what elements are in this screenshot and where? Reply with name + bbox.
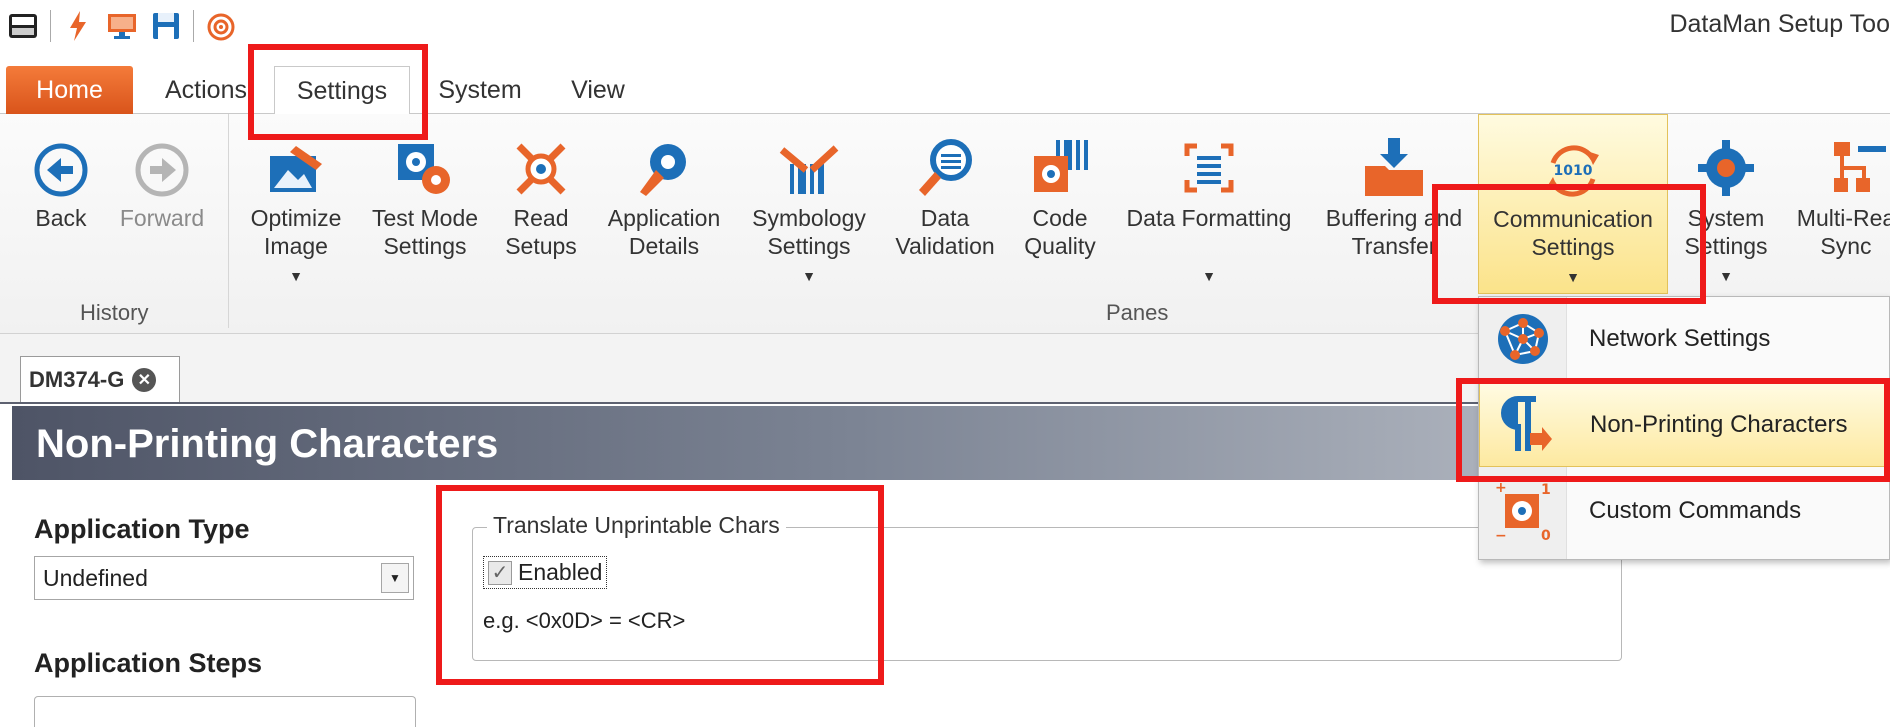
magnifier-icon — [915, 114, 975, 204]
chevron-down-icon[interactable]: ▼ — [381, 563, 409, 593]
target-icon[interactable] — [204, 9, 238, 43]
highlight-non-printing-menu-item — [1456, 378, 1890, 482]
back-arrow-icon — [33, 114, 89, 204]
app-title: DataMan Setup Too — [1669, 10, 1890, 38]
application-type-select[interactable]: Undefined ▼ — [34, 556, 414, 600]
svg-text:1: 1 — [1541, 482, 1551, 498]
multi-reader-sync-button[interactable]: Multi-Rea Sync — [1786, 114, 1890, 294]
highlight-settings-tab — [248, 44, 428, 140]
optimize-image-button[interactable]: Optimize Image ▼ — [240, 114, 352, 294]
monitor-icon[interactable] — [105, 9, 139, 43]
svg-text:1010: 1010 — [1554, 163, 1593, 179]
back-button[interactable]: Back — [20, 114, 102, 294]
tab-actions[interactable]: Actions — [150, 66, 262, 114]
tab-system[interactable]: System — [424, 66, 536, 114]
menu-item-network-settings[interactable]: Network Settings — [1479, 297, 1889, 381]
save-icon[interactable] — [149, 9, 183, 43]
chevron-down-icon: ▼ — [802, 268, 816, 284]
network-tree-icon — [1786, 114, 1886, 204]
highlight-communication-settings — [1432, 184, 1706, 304]
code-quality-button[interactable]: Code Quality — [1014, 114, 1106, 294]
close-icon[interactable]: ✕ — [132, 367, 157, 392]
symbology-settings-icon — [776, 114, 842, 204]
forward-arrow-icon — [134, 114, 190, 204]
chevron-down-icon: ▼ — [1202, 268, 1216, 284]
test-mode-settings-button[interactable]: Test Mode Settings — [362, 114, 488, 294]
page-title: Non-Printing Characters — [36, 422, 499, 466]
chevron-down-icon: ▼ — [289, 268, 303, 284]
application-steps-label: Application Steps — [34, 648, 263, 678]
svg-text:−: − — [1495, 528, 1507, 542]
doc-tab-dm374g[interactable]: DM374-G ✕ — [20, 356, 180, 402]
toolbar-separator — [50, 10, 51, 42]
lightning-icon[interactable] — [61, 9, 95, 43]
data-formatting-button[interactable]: Data Formatting ▼ — [1116, 114, 1302, 294]
group-label-history: History — [80, 300, 149, 325]
application-steps-list[interactable] — [34, 696, 416, 727]
svg-text:0: 0 — [1541, 528, 1551, 542]
group-label-panes: Panes — [1106, 300, 1169, 325]
data-validation-button[interactable]: Data Validation — [886, 114, 1004, 294]
forward-button[interactable]: Forward — [112, 114, 212, 294]
doc-tab-label: DM374-G — [29, 366, 125, 392]
symbology-settings-button[interactable]: Symbology Settings ▼ — [742, 114, 876, 294]
toolbar-separator — [193, 10, 194, 42]
tab-view[interactable]: View — [548, 66, 648, 114]
code-quality-icon — [1030, 114, 1090, 204]
read-setups-button[interactable]: Read Setups — [498, 114, 584, 294]
tab-home[interactable]: Home — [6, 66, 133, 114]
custom-commands-icon: +1 − 0 — [1479, 480, 1567, 542]
read-setups-icon — [511, 114, 571, 204]
application-type-label: Application Type — [34, 514, 250, 544]
dataman-logo-icon[interactable] — [6, 9, 40, 43]
svg-text:+: + — [1495, 480, 1507, 496]
chevron-down-icon: ▼ — [1719, 268, 1733, 284]
quick-access-toolbar — [0, 9, 238, 43]
data-formatting-icon — [1179, 114, 1239, 204]
highlight-translate-groupbox — [436, 485, 884, 685]
folder-download-icon — [1361, 114, 1427, 204]
application-type-value: Undefined — [43, 565, 148, 591]
network-globe-icon — [1479, 311, 1567, 367]
application-details-icon — [634, 114, 694, 204]
application-details-button[interactable]: Application Details — [596, 114, 732, 294]
group-separator — [228, 114, 229, 328]
